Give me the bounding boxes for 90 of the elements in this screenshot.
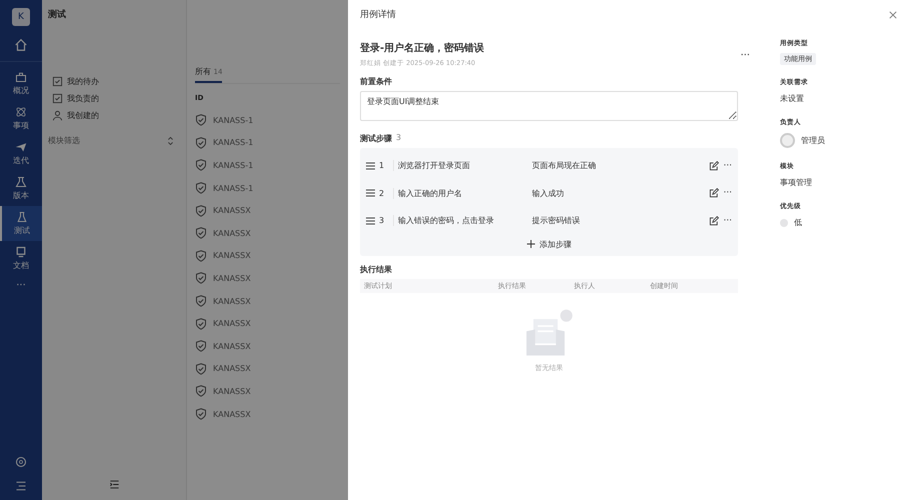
step-expected: 提示密码错误 bbox=[532, 215, 581, 226]
step-action: 输入正确的用户名 bbox=[393, 188, 528, 199]
step-action: 浏览器打开登录页面 bbox=[393, 160, 528, 172]
shield-icon bbox=[195, 159, 207, 172]
page-title: 测试 bbox=[48, 8, 67, 21]
case-title: 登录-用户名正确，密码错误 bbox=[360, 41, 484, 55]
shield-icon bbox=[195, 250, 207, 262]
drawer-title: 用例详情 bbox=[360, 8, 397, 21]
step-action: 输入错误的密码，点击登录 bbox=[393, 215, 528, 226]
menu-icon[interactable] bbox=[15, 480, 27, 492]
plane-icon bbox=[15, 141, 27, 153]
more-button[interactable]: ··· bbox=[723, 160, 732, 171]
shield-icon bbox=[195, 408, 207, 420]
case-id[interactable]: KANASS-1 bbox=[213, 160, 254, 170]
section-label: 前置条件 bbox=[360, 76, 393, 87]
step-count: 3 bbox=[396, 133, 402, 144]
filter-item[interactable]: 我负责的 bbox=[48, 93, 180, 104]
more-button[interactable]: ··· bbox=[16, 280, 26, 291]
field-value[interactable]: 事项管理 bbox=[780, 177, 812, 188]
edit-icon[interactable] bbox=[709, 160, 720, 171]
case-id[interactable]: KANASSX bbox=[213, 251, 251, 260]
assignee-name[interactable]: 管理员 bbox=[801, 135, 825, 146]
settings-icon[interactable] bbox=[15, 456, 27, 468]
checkbox-icon bbox=[52, 76, 63, 87]
case-id[interactable]: KANASS-1 bbox=[213, 138, 254, 148]
nav-item[interactable]: 迭代 bbox=[0, 136, 42, 171]
case-id[interactable]: KANASSX bbox=[213, 228, 251, 238]
nav-item[interactable]: 测试 bbox=[0, 206, 42, 241]
section-label: 执行结果 bbox=[360, 264, 393, 274]
more-button[interactable]: ··· bbox=[723, 188, 732, 198]
shield-icon bbox=[195, 204, 207, 217]
shield-icon bbox=[195, 385, 207, 398]
flask-icon bbox=[16, 211, 28, 223]
checkbox-icon bbox=[52, 93, 63, 104]
precondition-field[interactable]: 登录页面UI调整结束 bbox=[360, 91, 738, 121]
nav-item[interactable]: 概况 bbox=[0, 66, 42, 101]
shield-icon bbox=[195, 340, 207, 352]
step-number: 1 bbox=[379, 161, 386, 170]
sort-icon[interactable] bbox=[167, 136, 174, 146]
case-id[interactable]: KANASSX bbox=[213, 296, 251, 306]
filter-item[interactable]: 我的待办 bbox=[48, 76, 180, 87]
atom-icon bbox=[15, 106, 27, 118]
drag-handle-icon[interactable] bbox=[366, 189, 375, 198]
case-id[interactable]: KANASS-1 bbox=[213, 184, 254, 193]
shield-icon bbox=[195, 182, 207, 194]
case-id[interactable]: KANASSX bbox=[213, 410, 251, 419]
shield-icon bbox=[195, 272, 207, 284]
add-step-button[interactable]: 添加步骤 bbox=[526, 238, 572, 250]
nav-item[interactable]: 事项 bbox=[0, 101, 42, 136]
field-value[interactable]: 未设置 bbox=[780, 93, 804, 104]
home-icon[interactable] bbox=[14, 38, 28, 52]
case-id[interactable]: KANASSX bbox=[213, 386, 251, 396]
avatar bbox=[780, 133, 795, 148]
step-number: 2 bbox=[379, 188, 386, 198]
drag-handle-icon[interactable] bbox=[366, 162, 375, 170]
plus-icon bbox=[526, 240, 534, 248]
edit-icon[interactable] bbox=[709, 188, 720, 198]
case-id[interactable]: KANASSX bbox=[213, 342, 251, 351]
shield-icon bbox=[195, 136, 207, 149]
nav-item[interactable]: 文档 bbox=[0, 241, 42, 276]
collapse-icon[interactable] bbox=[108, 479, 120, 490]
shield-icon bbox=[195, 362, 207, 375]
step-expected: 输入成功 bbox=[532, 188, 565, 199]
edit-icon[interactable] bbox=[709, 216, 720, 226]
monitor-icon bbox=[15, 246, 27, 258]
step-expected: 页面布局现在正确 bbox=[532, 160, 597, 172]
case-id[interactable]: KANASS-1 bbox=[213, 116, 254, 125]
logo[interactable]: K bbox=[12, 8, 30, 26]
user-icon bbox=[52, 110, 63, 121]
shield-icon bbox=[195, 227, 207, 240]
shield-icon bbox=[195, 295, 207, 308]
case-id[interactable]: KANASSX bbox=[213, 364, 251, 374]
more-button[interactable]: ··· bbox=[740, 50, 750, 61]
case-id[interactable]: KANASSX bbox=[213, 319, 251, 328]
shield-icon bbox=[195, 114, 207, 126]
case-id[interactable]: KANASSX bbox=[213, 206, 251, 216]
shield-icon bbox=[195, 318, 207, 330]
close-icon[interactable] bbox=[889, 11, 897, 19]
section-label: 测试步骤 bbox=[360, 133, 392, 144]
priority-dot bbox=[780, 218, 788, 226]
more-button[interactable]: ··· bbox=[723, 216, 732, 226]
flask-icon bbox=[15, 176, 27, 188]
filter-item[interactable]: 我创建的 bbox=[48, 110, 180, 121]
priority-value[interactable]: 低 bbox=[794, 217, 802, 228]
step-number: 3 bbox=[379, 216, 386, 226]
case-id[interactable]: KANASSX bbox=[213, 274, 251, 283]
drag-handle-icon[interactable] bbox=[366, 216, 375, 225]
nav-item[interactable]: 版本 bbox=[0, 171, 42, 206]
section-label: 模块筛选 bbox=[48, 135, 80, 146]
briefcase-icon bbox=[15, 71, 27, 83]
